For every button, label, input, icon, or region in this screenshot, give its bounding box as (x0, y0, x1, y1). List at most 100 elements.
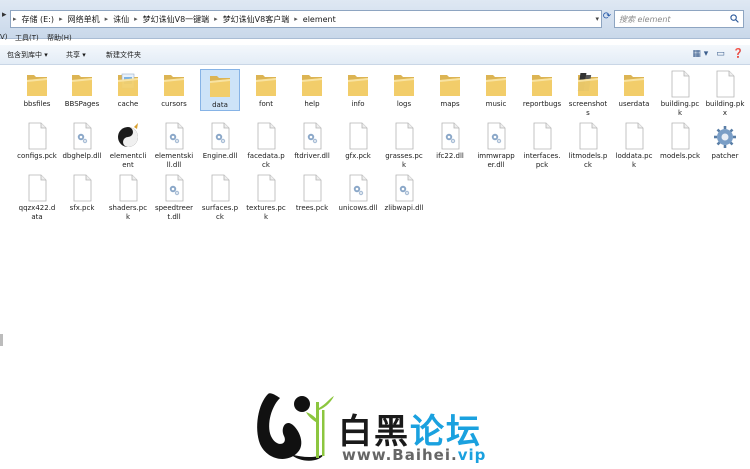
file-item[interactable]: sfx.pck (62, 173, 102, 213)
file-item[interactable]: surfaces.pck (200, 173, 240, 221)
file-item[interactable]: unicows.dll (338, 173, 378, 213)
folder-item[interactable]: cache (108, 69, 148, 109)
menu-help[interactable]: 帮助(H) (47, 33, 72, 43)
folder-icon (208, 70, 232, 100)
item-label: elementskill.dll (154, 152, 194, 169)
view-controls: ▦ ▾ ▭ ❓ (692, 49, 744, 59)
folder-icon (530, 69, 554, 99)
file-item[interactable]: elementclient (108, 121, 148, 169)
folder-icon (254, 69, 278, 99)
address-bar[interactable]: ▸ 存储 (E:) ▸ 网络单机 ▸ 诛仙 ▸ 梦幻诛仙V8一键端 ▸ 梦幻诛仙V8客户端 ▸ ele… (10, 10, 602, 28)
nav-arrow-icon[interactable]: ▸ (2, 10, 7, 20)
item-label: BBSPages (64, 100, 100, 108)
file-item[interactable]: ifc22.dll (430, 121, 470, 161)
refresh-icon[interactable]: ⟳ (600, 11, 614, 27)
file-icon (254, 173, 278, 203)
breadcrumb-separator-icon[interactable]: ▸ (57, 15, 65, 23)
folder-item[interactable]: logs (384, 69, 424, 109)
breadcrumb-item[interactable]: 梦幻诛仙V8客户端 (220, 14, 293, 25)
file-item[interactable]: shaders.pck (108, 173, 148, 221)
folder-icon (70, 69, 94, 99)
file-icon (70, 173, 94, 203)
watermark: 白黑论坛 www.Baihei.vip (250, 384, 510, 466)
folder-item[interactable]: info (338, 69, 378, 109)
file-item[interactable]: litmodels.pck (568, 121, 608, 169)
new-folder-button[interactable]: 新建文件夹 (106, 50, 141, 60)
breadcrumb-separator-icon[interactable]: ▸ (11, 15, 19, 23)
file-item[interactable]: speedtreert.dll (154, 173, 194, 221)
item-label: data (212, 101, 228, 109)
file-item[interactable]: zlibwapi.dll (384, 173, 424, 213)
item-label: Engine.dll (202, 152, 238, 160)
folder-item[interactable]: screenshots (568, 69, 608, 117)
file-item[interactable]: building.pck (660, 69, 700, 117)
scrollbar-marker[interactable] (0, 334, 3, 346)
item-label: font (259, 100, 273, 108)
dll-file-icon (392, 173, 416, 203)
folder-item[interactable]: music (476, 69, 516, 109)
breadcrumb-item[interactable]: element (300, 15, 339, 24)
folder-item[interactable]: userdata (614, 69, 654, 109)
folder-item[interactable]: bbsfiles (17, 69, 57, 109)
item-label: reportbugs (522, 100, 562, 108)
file-icon (116, 173, 140, 203)
watermark-url-a: www.Baihei. (342, 446, 458, 464)
item-label: building.pck (660, 100, 700, 117)
file-item[interactable]: trees.pck (292, 173, 332, 213)
dll-file-icon (346, 173, 370, 203)
breadcrumb-separator-icon[interactable]: ▸ (103, 15, 111, 23)
file-item[interactable]: dbghelp.dll (62, 121, 102, 161)
folder-item[interactable]: help (292, 69, 332, 109)
file-item[interactable]: patcher (705, 121, 745, 161)
file-item[interactable]: facedata.pck (246, 121, 286, 169)
include-in-library-button[interactable]: 包含到库中 ▾ (7, 50, 48, 60)
folder-item[interactable]: font (246, 69, 286, 109)
file-item[interactable]: elementskill.dll (154, 121, 194, 169)
file-item[interactable]: loddata.pck (614, 121, 654, 169)
folder-item[interactable]: BBSPages (62, 69, 102, 109)
folder-icon (392, 69, 416, 99)
item-label: help (304, 100, 320, 108)
item-label: cursors (161, 100, 187, 108)
item-label: ftdriver.dll (294, 152, 330, 160)
preview-pane-icon[interactable]: ▭ (716, 49, 725, 59)
breadcrumb-separator-icon[interactable]: ▸ (212, 15, 220, 23)
item-label: userdata (618, 100, 650, 108)
folder-item[interactable]: reportbugs (522, 69, 562, 109)
item-label: maps (440, 100, 460, 108)
menu-tools[interactable]: 工具(T) (15, 33, 39, 43)
folder-icon (162, 69, 186, 99)
help-icon[interactable]: ❓ (733, 49, 744, 59)
file-item[interactable]: configs.pck (17, 121, 57, 161)
folder-item[interactable]: cursors (154, 69, 194, 109)
breadcrumb-separator-icon[interactable]: ▸ (132, 15, 140, 23)
file-item[interactable]: building.pkx (705, 69, 745, 117)
item-label: speedtreert.dll (154, 204, 194, 221)
file-item[interactable]: textures.pck (246, 173, 286, 221)
gear-icon (713, 121, 737, 151)
folder-item[interactable]: data (200, 69, 240, 111)
breadcrumb-item[interactable]: 网络单机 (65, 14, 103, 25)
breadcrumb-item[interactable]: 存储 (E:) (19, 14, 58, 25)
folder-item[interactable]: maps (430, 69, 470, 109)
share-button[interactable]: 共享 ▾ (66, 50, 86, 60)
file-icon (576, 121, 600, 151)
file-item[interactable]: gfx.pck (338, 121, 378, 161)
breadcrumb-separator-icon[interactable]: ▸ (292, 15, 300, 23)
view-options-icon[interactable]: ▦ ▾ (692, 49, 708, 59)
file-item[interactable]: ftdriver.dll (292, 121, 332, 161)
breadcrumb-item[interactable]: 诛仙 (110, 14, 132, 25)
breadcrumb-item[interactable]: 梦幻诛仙V8一键端 (140, 14, 213, 25)
item-label: ifc22.dll (436, 152, 464, 160)
file-item[interactable]: qqzx422.data (17, 173, 57, 221)
file-item[interactable]: models.pck (660, 121, 700, 161)
search-icon[interactable] (730, 14, 739, 23)
file-item[interactable]: Engine.dll (200, 121, 240, 161)
file-item[interactable]: immwrapper.dll (476, 121, 516, 169)
address-dropdown-icon[interactable]: ▾ (595, 15, 599, 23)
menu-clipped[interactable]: V) (0, 33, 8, 41)
file-item[interactable]: grasses.pck (384, 121, 424, 169)
search-input[interactable]: 搜索 element (614, 10, 744, 28)
item-label: interfaces.pck (523, 152, 561, 169)
file-item[interactable]: interfaces.pck (522, 121, 562, 169)
